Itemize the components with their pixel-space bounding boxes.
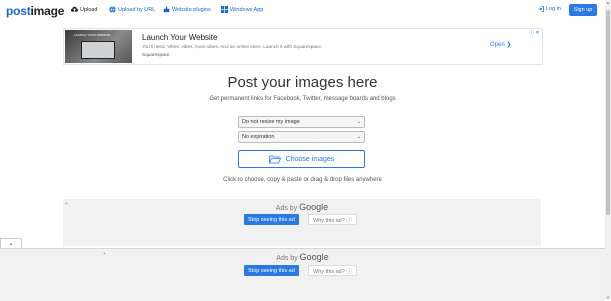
postimage-logo[interactable]: postimage <box>6 4 64 18</box>
stop-seeing-ad-button[interactable]: Stop seeing this ad <box>244 214 299 225</box>
chevron-down-icon: ⌄ <box>8 241 14 247</box>
vertical-scrollbar[interactable]: ▲ ▼ <box>605 0 611 300</box>
choose-images-button[interactable]: Choose images <box>238 150 365 168</box>
sticky-google-ad: + Ads by Google Stop seeing this ad Why … <box>0 248 605 301</box>
chevron-right-icon: ❯ <box>506 42 512 48</box>
resize-select[interactable]: Do not resize my image ⌄ <box>238 116 365 128</box>
nav-website-plugins[interactable]: Website plugins <box>163 6 211 13</box>
scroll-up-arrow[interactable]: ▲ <box>605 0 611 5</box>
nav-windows-app[interactable]: Windows App <box>221 6 263 13</box>
windows-icon <box>221 6 228 13</box>
ad-choices-icon[interactable]: ⓘ ✕ <box>529 29 540 36</box>
ad-brand: Squarespace <box>142 52 170 57</box>
upload-hint: Click to choose, copy & paste or drag & … <box>223 177 382 183</box>
ads-by-google: Ads by Google <box>275 202 329 212</box>
folder-open-icon <box>268 155 281 163</box>
top-header: postimage Upload Upload by URL Website p… <box>0 0 605 22</box>
login-link[interactable]: Log in <box>538 6 561 12</box>
sign-in-icon <box>538 6 544 12</box>
nav-upload-by-url[interactable]: Upload by URL <box>109 6 155 13</box>
chevron-down-icon: ⌄ <box>356 134 361 140</box>
page-title: Post your images here <box>227 74 378 91</box>
nav-upload[interactable]: Upload <box>71 6 97 13</box>
collapse-ad-button[interactable]: ⌄ <box>0 238 22 248</box>
why-this-ad-button[interactable]: Why this ad? ⓘ <box>308 214 357 225</box>
stop-seeing-ad-button[interactable]: Stop seeing this ad <box>244 265 299 276</box>
expiration-select[interactable]: No expiration ⌄ <box>238 131 365 143</box>
google-ad-slot: + Ads by Google Stop seeing this ad Why … <box>63 199 541 246</box>
page-subtitle: Get permanent links for Facebook, Twitte… <box>209 96 396 102</box>
signup-button[interactable]: Sign up <box>569 4 597 16</box>
puzzle-icon <box>163 6 170 13</box>
ad-open-button[interactable]: Open ❯ <box>490 41 511 48</box>
top-ad-banner[interactable]: LAUNCH YOUR WEBSITE Launch Your Website … <box>63 28 543 65</box>
scroll-down-arrow[interactable]: ▼ <box>605 295 611 300</box>
chevron-down-icon: ⌄ <box>356 119 361 125</box>
globe-icon <box>109 6 116 13</box>
ads-by-google: Ads by Google <box>276 252 329 262</box>
laptop-image <box>81 41 115 59</box>
ad-description: You'll need: Vibes, vibes, more vibes. A… <box>142 44 323 49</box>
ad-title[interactable]: Launch Your Website <box>142 33 217 42</box>
why-this-ad-button[interactable]: Why this ad? ⓘ <box>308 265 357 276</box>
ad-thumbnail: LAUNCH YOUR WEBSITE <box>65 30 132 63</box>
cloud-upload-icon <box>71 6 78 12</box>
scrollbar-thumb[interactable] <box>606 10 610 215</box>
